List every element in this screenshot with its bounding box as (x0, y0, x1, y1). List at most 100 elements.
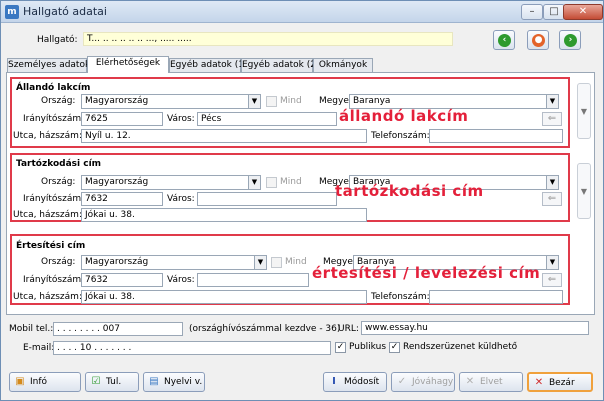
allando-section-title: Állandó lakcím (16, 83, 91, 93)
info-button[interactable]: ▣ Infó (9, 372, 81, 392)
tab-okmanyok[interactable]: Okmányok (313, 58, 373, 73)
next-student-button[interactable]: › (559, 30, 581, 50)
ertesitesi-orszag-value: Magyarország (85, 257, 149, 267)
elvet-button[interactable]: ✕ Elvet (459, 372, 523, 392)
megye-label: Megye: (319, 96, 352, 106)
info-icon: ▣ (15, 376, 25, 387)
jovahagy-button[interactable]: ✓ Jóváhagy (391, 372, 455, 392)
copy-address-arrow-icon[interactable]: ⇐ (542, 273, 562, 287)
tartozkodasi-orszag-select[interactable]: Magyarország ▼ (81, 175, 261, 190)
x-icon: ✕ (465, 376, 475, 387)
allando-utca-input[interactable]: Nyíl u. 12. (81, 129, 367, 143)
chevron-down-icon: ▼ (546, 176, 558, 189)
tul-button[interactable]: ☑ Tul. (85, 372, 139, 392)
modosit-button[interactable]: I Módosít (323, 372, 387, 392)
ertesitesi-mind-label: Mind (285, 257, 307, 267)
allando-orszag-value: Magyarország (85, 96, 149, 106)
ertesitesi-orszag-select[interactable]: Magyarország ▼ (81, 255, 267, 270)
tartozkodasi-irsz-input[interactable]: 7632 (81, 192, 163, 206)
tab-szemelyes-adatok[interactable]: Személyes adatok (7, 58, 90, 73)
allando-megye-value: Baranya (353, 96, 391, 106)
tartozkodasi-section-title: Tartózkodási cím (16, 159, 102, 169)
orszag-label: Ország: (41, 257, 76, 267)
allando-irsz-input[interactable]: 7625 (81, 112, 163, 126)
check-icon: ✓ (397, 376, 407, 387)
tab-egyeb-adatok-2[interactable]: Egyéb adatok (2) (241, 58, 319, 73)
url-label: URL: (338, 324, 359, 334)
chevron-down-icon: ▼ (248, 95, 260, 108)
email-label: E-mail: (23, 343, 55, 353)
mobil-label: Mobil tel.: (9, 324, 54, 334)
nyelvi-button[interactable]: ▤ Nyelvi v. (143, 372, 205, 392)
arrow-left-icon: ‹ (498, 34, 511, 47)
allando-annotation: állandó lakcím (339, 107, 469, 125)
tartozkodasi-annotation: tartózkodási cím (335, 182, 484, 200)
maximize-button[interactable]: □ (543, 4, 565, 20)
ertesitesi-annotation: értesítési / levelezési cím (312, 264, 541, 282)
scroll-down-chevron-icon[interactable]: ▼ (577, 83, 591, 139)
orszag-label: Ország: (41, 96, 76, 106)
tartozkodasi-varos-input[interactable] (197, 192, 337, 206)
orszag-label: Ország: (41, 177, 76, 187)
ertesitesi-telefon-input[interactable] (429, 290, 563, 304)
prev-student-button[interactable]: ‹ (493, 30, 515, 50)
hallgato-adatai-window: m Hallgató adatai – □ ✕ Hallgató: T... .… (0, 0, 604, 401)
scroll-down-chevron-icon[interactable]: ▼ (577, 163, 591, 219)
chevron-down-icon: ▼ (254, 256, 266, 269)
checklist-icon: ☑ (91, 376, 101, 387)
email-input[interactable]: . . . . 10 . . . . . . . (53, 341, 331, 355)
title-bar: m Hallgató adatai – □ ✕ (1, 1, 603, 23)
chevron-down-icon: ▼ (546, 256, 558, 269)
allando-telefon-input[interactable] (429, 129, 563, 143)
arrow-right-icon: › (564, 34, 577, 47)
mobil-hint: (országhívószámmal kezdve - 36) (189, 324, 341, 334)
iranyitoszam-label: Irányítószám: (23, 114, 85, 124)
iranyitoszam-label: Irányítószám: (23, 275, 85, 285)
copy-address-arrow-icon[interactable]: ⇐ (542, 192, 562, 206)
url-input[interactable]: www.essay.hu (361, 321, 589, 335)
allando-mind-checkbox[interactable] (266, 96, 277, 107)
language-icon: ▤ (149, 376, 159, 387)
ertesitesi-irsz-input[interactable]: 7632 (81, 273, 163, 287)
app-icon: m (5, 5, 19, 19)
tartozkodasi-utca-input[interactable]: Jókai u. 38. (81, 208, 367, 222)
iranyitoszam-label: Irányítószám: (23, 194, 85, 204)
tartozkodasi-orszag-value: Magyarország (85, 177, 149, 187)
rendszeruzenet-checkbox[interactable]: ✓ (389, 342, 400, 353)
mobil-input[interactable]: . . . . . . . . 007 (53, 322, 183, 336)
close-icon: ✕ (534, 377, 544, 388)
window-title: Hallgató adatai (23, 5, 107, 18)
owl-icon: ● (532, 34, 545, 47)
ertesitesi-utca-input[interactable]: Jókai u. 38. (81, 290, 367, 304)
allando-orszag-select[interactable]: Magyarország ▼ (81, 94, 261, 109)
edit-icon: I (332, 376, 336, 387)
tab-elerhetosegek[interactable]: Elérhetőségek (87, 56, 169, 73)
rendszeruzenet-label: Rendszerüzenet küldhető (403, 342, 518, 352)
telefon-label: Telefonszám: (371, 292, 430, 302)
allando-varos-input[interactable]: Pécs (197, 112, 337, 126)
publikus-checkbox[interactable]: ✓ (335, 342, 346, 353)
home-student-button[interactable]: ● (527, 30, 549, 50)
ertesitesi-mind-checkbox[interactable] (271, 257, 282, 268)
hallgato-label: Hallgató: (37, 35, 78, 45)
varos-label: Város: (167, 114, 195, 124)
bezar-button[interactable]: ✕ Bezár (527, 372, 593, 392)
tartozkodasi-mind-checkbox[interactable] (266, 177, 277, 188)
ertesitesi-section-title: Értesítési cím (16, 241, 86, 251)
varos-label: Város: (167, 194, 195, 204)
chevron-down-icon: ▼ (248, 176, 260, 189)
hallgato-field[interactable]: T... .. .. .. .. .. ..., ..... ..... (83, 32, 453, 46)
varos-label: Város: (167, 275, 195, 285)
tartozkodasi-mind-label: Mind (280, 177, 302, 187)
close-button[interactable]: ✕ (563, 4, 603, 20)
publikus-label: Publikus (349, 342, 387, 352)
allando-mind-label: Mind (280, 96, 302, 106)
utca-label: Utca, házszám: (13, 292, 82, 302)
minimize-button[interactable]: – (521, 4, 543, 20)
utca-label: Utca, házszám: (13, 131, 82, 141)
ertesitesi-varos-input[interactable] (197, 273, 309, 287)
copy-address-arrow-icon[interactable]: ⇐ (542, 112, 562, 126)
tab-egyeb-adatok-1[interactable]: Egyéb adatok (1) (169, 58, 247, 73)
telefon-label: Telefonszám: (371, 131, 430, 141)
utca-label: Utca, házszám: (13, 210, 82, 220)
